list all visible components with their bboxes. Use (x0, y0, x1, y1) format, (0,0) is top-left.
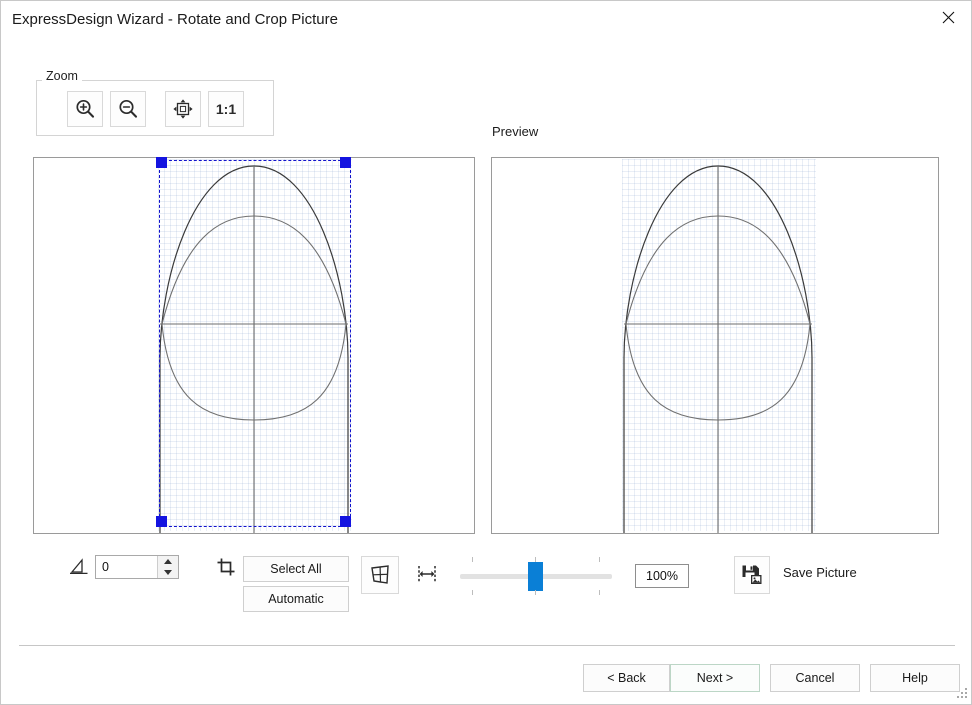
save-picture-label: Save Picture (783, 565, 857, 580)
crop-handle-top-right[interactable] (340, 157, 351, 168)
crop-handle-bottom-right[interactable] (340, 516, 351, 527)
express-design-wizard-window: ExpressDesign Wizard - Rotate and Crop P… (0, 0, 972, 705)
zoom-percent-value: 100% (646, 569, 678, 583)
select-all-label: Select All (270, 562, 322, 576)
back-button[interactable]: < Back (583, 664, 670, 692)
zoom-in-icon (76, 99, 95, 118)
zoom-group-label: Zoom (42, 69, 82, 83)
zoom-slider-thumb[interactable] (528, 562, 543, 591)
window-resize-grip[interactable] (955, 688, 968, 701)
preview-artwork (623, 165, 813, 533)
one-to-one-icon: 1:1 (215, 101, 237, 117)
angle-icon (70, 558, 88, 575)
chevron-down-icon (164, 570, 172, 575)
rotation-angle-decrement[interactable] (158, 567, 178, 578)
window-title: ExpressDesign Wizard - Rotate and Crop P… (12, 11, 338, 28)
next-label: Next > (696, 671, 734, 685)
crop-selection-rectangle[interactable] (159, 160, 351, 527)
preview-label: Preview (492, 124, 539, 139)
zoom-percent-display[interactable]: 100% (635, 564, 689, 588)
footer-separator (19, 645, 955, 646)
rotation-angle-input[interactable] (96, 556, 158, 578)
automatic-button[interactable]: Automatic (243, 586, 349, 612)
slider-tick (472, 590, 473, 595)
zoom-in-button[interactable] (67, 91, 103, 127)
automatic-label: Automatic (268, 592, 324, 606)
slider-tick (599, 590, 600, 595)
slider-tick (535, 590, 536, 595)
preview-canvas (491, 157, 939, 534)
fit-to-window-icon (173, 99, 193, 119)
zoom-fit-button[interactable] (165, 91, 201, 127)
rotation-angle-spinner[interactable] (157, 556, 178, 578)
cancel-label: Cancel (795, 671, 835, 685)
zoom-out-button[interactable] (110, 91, 146, 127)
close-icon (942, 11, 954, 23)
zoom-actual-size-button[interactable]: 1:1 (208, 91, 244, 127)
slider-tick (472, 557, 473, 562)
chevron-up-icon (164, 559, 172, 564)
rotation-angle-field[interactable] (95, 555, 179, 579)
crop-icon (217, 558, 235, 576)
next-button[interactable]: Next > (670, 664, 760, 692)
zoom-slider[interactable] (460, 557, 612, 595)
cancel-button[interactable]: Cancel (770, 664, 860, 692)
save-picture-icon (742, 565, 762, 584)
title-bar: ExpressDesign Wizard - Rotate and Crop P… (1, 1, 971, 41)
perspective-correct-icon (371, 565, 389, 584)
help-label: Help (902, 671, 928, 685)
perspective-correct-button[interactable] (361, 556, 399, 594)
adjust-width-icon (418, 566, 436, 582)
select-all-button[interactable]: Select All (243, 556, 349, 582)
rotation-angle-increment[interactable] (158, 556, 178, 567)
help-button[interactable]: Help (870, 664, 960, 692)
save-picture-button[interactable] (734, 556, 770, 594)
slider-tick (599, 557, 600, 562)
zoom-out-icon (119, 99, 138, 118)
back-label: < Back (607, 671, 646, 685)
close-button[interactable] (925, 1, 971, 33)
crop-handle-bottom-left[interactable] (156, 516, 167, 527)
crop-handle-top-left[interactable] (156, 157, 167, 168)
